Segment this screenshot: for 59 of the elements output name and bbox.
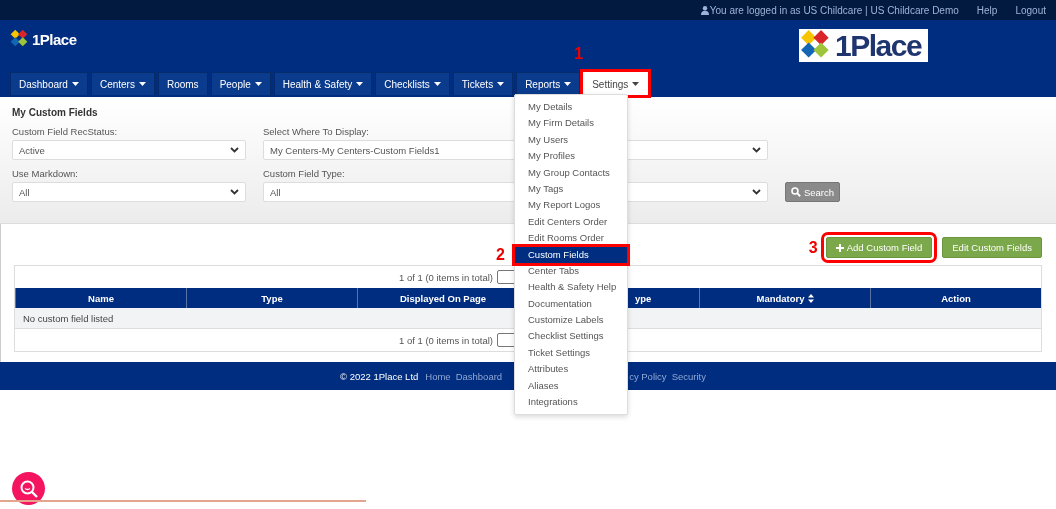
menu-item[interactable]: Ticket Settings <box>515 344 627 362</box>
footer-link[interactable]: Dashboard <box>455 370 503 382</box>
menu-item[interactable]: Attributes <box>515 361 627 378</box>
logo-icon <box>10 29 30 49</box>
callout-number: 1 <box>574 45 584 63</box>
chevron-icon <box>230 189 239 195</box>
callout-number: 3 <box>808 238 818 257</box>
menu-item[interactable]: Center Tabs <box>515 262 627 280</box>
menu-item[interactable]: My Report Logos <box>515 197 627 214</box>
footer-link[interactable]: cy Policy <box>629 370 667 382</box>
footer-link[interactable]: Security <box>671 370 706 382</box>
filter-label: Custom Field Type: <box>263 168 346 179</box>
copyright-text: © 2022 1Place Ltd <box>340 370 419 382</box>
footer-link[interactable]: Home <box>425 370 451 382</box>
search-icon <box>791 187 801 197</box>
filter-select[interactable]: My Centers-My Centers-Custom Fields1 <box>263 140 515 160</box>
plus-icon <box>835 243 844 252</box>
filter-select[interactable]: All <box>12 182 246 202</box>
help-chat-button[interactable] <box>12 472 45 505</box>
menu-item[interactable]: Checklist Settings <box>515 328 627 345</box>
nav-tab[interactable]: Tickets <box>452 72 514 95</box>
callout-number: 2 <box>496 245 505 264</box>
menu-item[interactable]: Edit Rooms Order <box>515 230 627 247</box>
menu-item[interactable]: My Profiles <box>515 148 627 165</box>
filter-select[interactable]: Active <box>12 140 246 160</box>
menu-item[interactable]: Edit Centers Order <box>515 213 627 231</box>
menu-item[interactable]: My Group Contacts <box>515 164 627 181</box>
user-icon <box>700 5 709 15</box>
filter-label: Custom Field RecStatus: <box>12 126 119 137</box>
nav-tab[interactable]: People <box>210 72 271 95</box>
page-title: My Custom Fields <box>12 107 98 118</box>
pager-text: 1 of 1 (0 items in total) <box>399 271 493 283</box>
search-icon <box>18 478 39 499</box>
filter-label: Use Markdown: <box>12 168 79 179</box>
nav-tab[interactable]: Reports <box>516 72 581 95</box>
chevron-icon <box>230 147 239 153</box>
chevron-icon <box>752 189 761 195</box>
nav-tab[interactable]: Checklists <box>375 72 450 95</box>
filter-select[interactable]: All <box>263 182 515 202</box>
nav-tab[interactable]: Dashboard <box>10 72 88 95</box>
filter-label: Select Where To Display: <box>263 126 370 137</box>
menu-item[interactable]: Customize Labels <box>515 312 627 329</box>
menu-item[interactable]: Integrations <box>515 394 627 411</box>
menu-item[interactable]: Aliases <box>515 377 627 395</box>
login-text: You are logged in as US Childcare | US Childcare Demo <box>700 4 959 16</box>
chevron-icon <box>752 147 761 153</box>
nav-tab[interactable]: Health & Safety <box>273 72 373 95</box>
logo-text: 1Place <box>32 30 77 48</box>
menu-item[interactable]: My Users <box>515 131 627 149</box>
top-link[interactable]: Help <box>976 4 998 16</box>
nav-tab[interactable]: Centers <box>90 72 155 95</box>
menu-item[interactable]: My Details <box>515 99 627 116</box>
top-link[interactable]: Logout <box>1015 4 1046 16</box>
menu-item[interactable]: My Tags <box>515 180 627 198</box>
banner-logo: 1Place <box>799 29 928 62</box>
menu-item[interactable]: My Firm Details <box>515 115 627 132</box>
pager-text: 1 of 1 (0 items in total) <box>399 334 493 346</box>
menu-item[interactable]: Custom Fields <box>515 246 627 263</box>
nav-tab[interactable]: Rooms <box>157 72 208 95</box>
